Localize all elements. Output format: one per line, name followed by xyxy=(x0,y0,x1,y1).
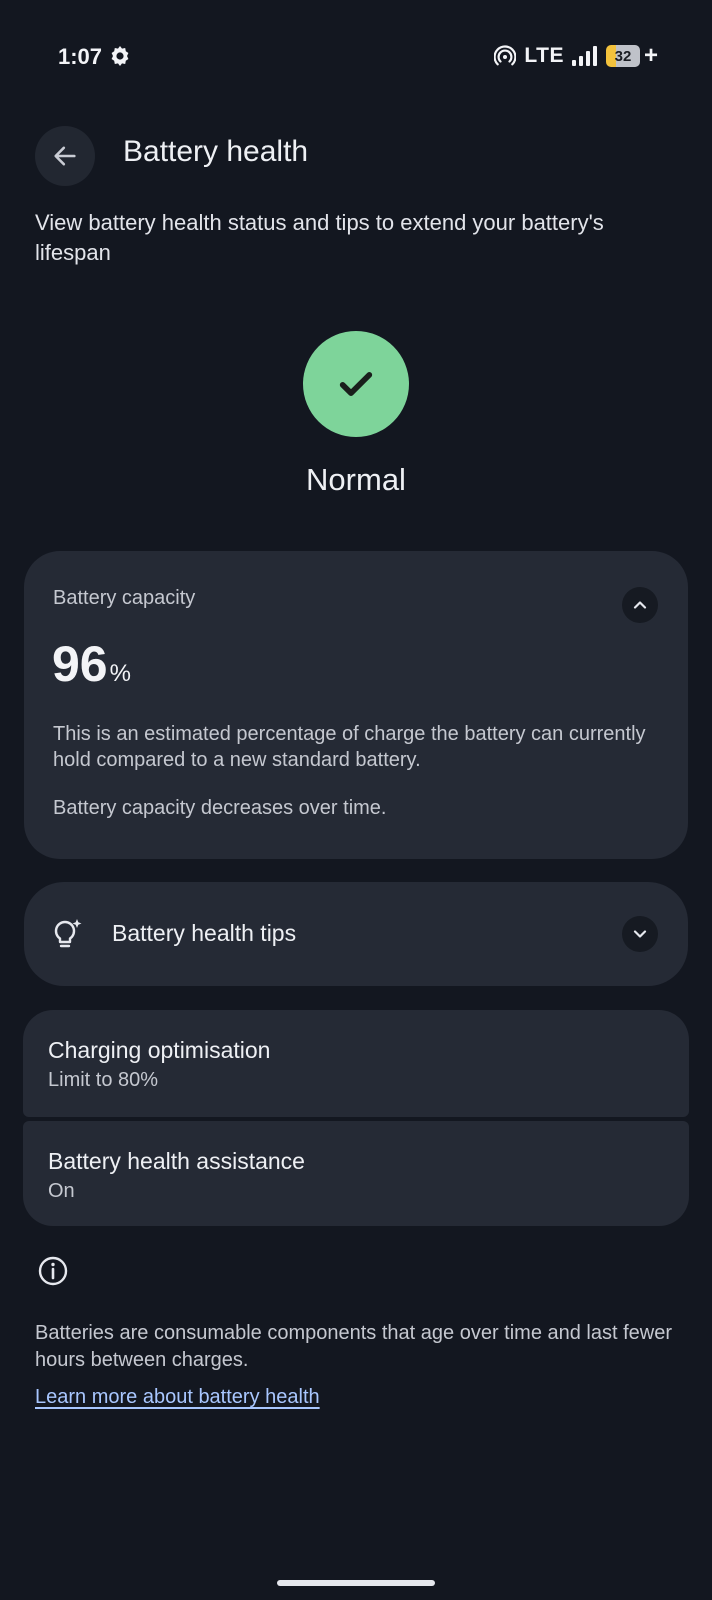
battery-capacity-value: 96% xyxy=(52,635,131,693)
capacity-unit: % xyxy=(109,660,131,687)
charging-optimisation-title: Charging optimisation xyxy=(48,1037,271,1063)
page-title: Battery health xyxy=(123,135,309,168)
home-indicator[interactable] xyxy=(277,1580,435,1586)
battery-health-tips-label: Battery health tips xyxy=(112,920,297,946)
battery-capacity-label: Battery capacity xyxy=(53,587,196,609)
charging-optimisation-value: Limit to 80% xyxy=(48,1069,159,1091)
battery-health-assistance-row[interactable]: Battery health assistance On xyxy=(23,1121,689,1226)
check-icon xyxy=(339,372,373,396)
status-time: 1:07 xyxy=(58,44,103,69)
battery-health-assistance-title: Battery health assistance xyxy=(48,1148,305,1174)
expand-tips-button[interactable] xyxy=(622,916,658,952)
collapse-capacity-button[interactable] xyxy=(622,587,658,623)
chevron-down-icon xyxy=(633,930,647,938)
battery-capacity-card: Battery capacity 96% This is an estimate… xyxy=(24,551,688,859)
learn-more-link[interactable]: Learn more about battery health xyxy=(35,1386,320,1409)
battery-health-tips-card[interactable]: Battery health tips xyxy=(24,882,688,986)
hotspot-icon xyxy=(494,45,517,66)
battery-capacity-note: Battery capacity decreases over time. xyxy=(53,797,387,819)
capacity-number: 96 xyxy=(52,636,108,692)
page-subtitle: View battery health status and tips to e… xyxy=(35,210,604,265)
battery-capacity-description: This is an estimated percentage of charg… xyxy=(53,723,646,771)
battery-icon: 32 xyxy=(605,45,640,67)
battery-health-assistance-value: On xyxy=(48,1180,75,1202)
status-icons: LTE 32 + xyxy=(494,42,658,70)
charging-optimisation-row[interactable]: Charging optimisation Limit to 80% xyxy=(23,1010,689,1117)
lightbulb-sparkle-icon xyxy=(54,919,82,948)
status-bar: 1:07 LTE 32 + xyxy=(0,0,712,110)
health-status-badge xyxy=(303,331,409,437)
network-type: LTE xyxy=(524,44,564,67)
battery-info-text: Batteries are consumable components that… xyxy=(35,1322,673,1371)
settings-gear-icon xyxy=(111,46,129,66)
info-icon xyxy=(38,1256,68,1286)
chevron-up-icon xyxy=(633,601,647,609)
arrow-left-icon xyxy=(54,146,76,166)
signal-strength-icon xyxy=(571,46,597,66)
charging-indicator: + xyxy=(643,42,658,69)
back-button[interactable] xyxy=(35,126,95,186)
health-status-label: Normal xyxy=(306,462,406,497)
